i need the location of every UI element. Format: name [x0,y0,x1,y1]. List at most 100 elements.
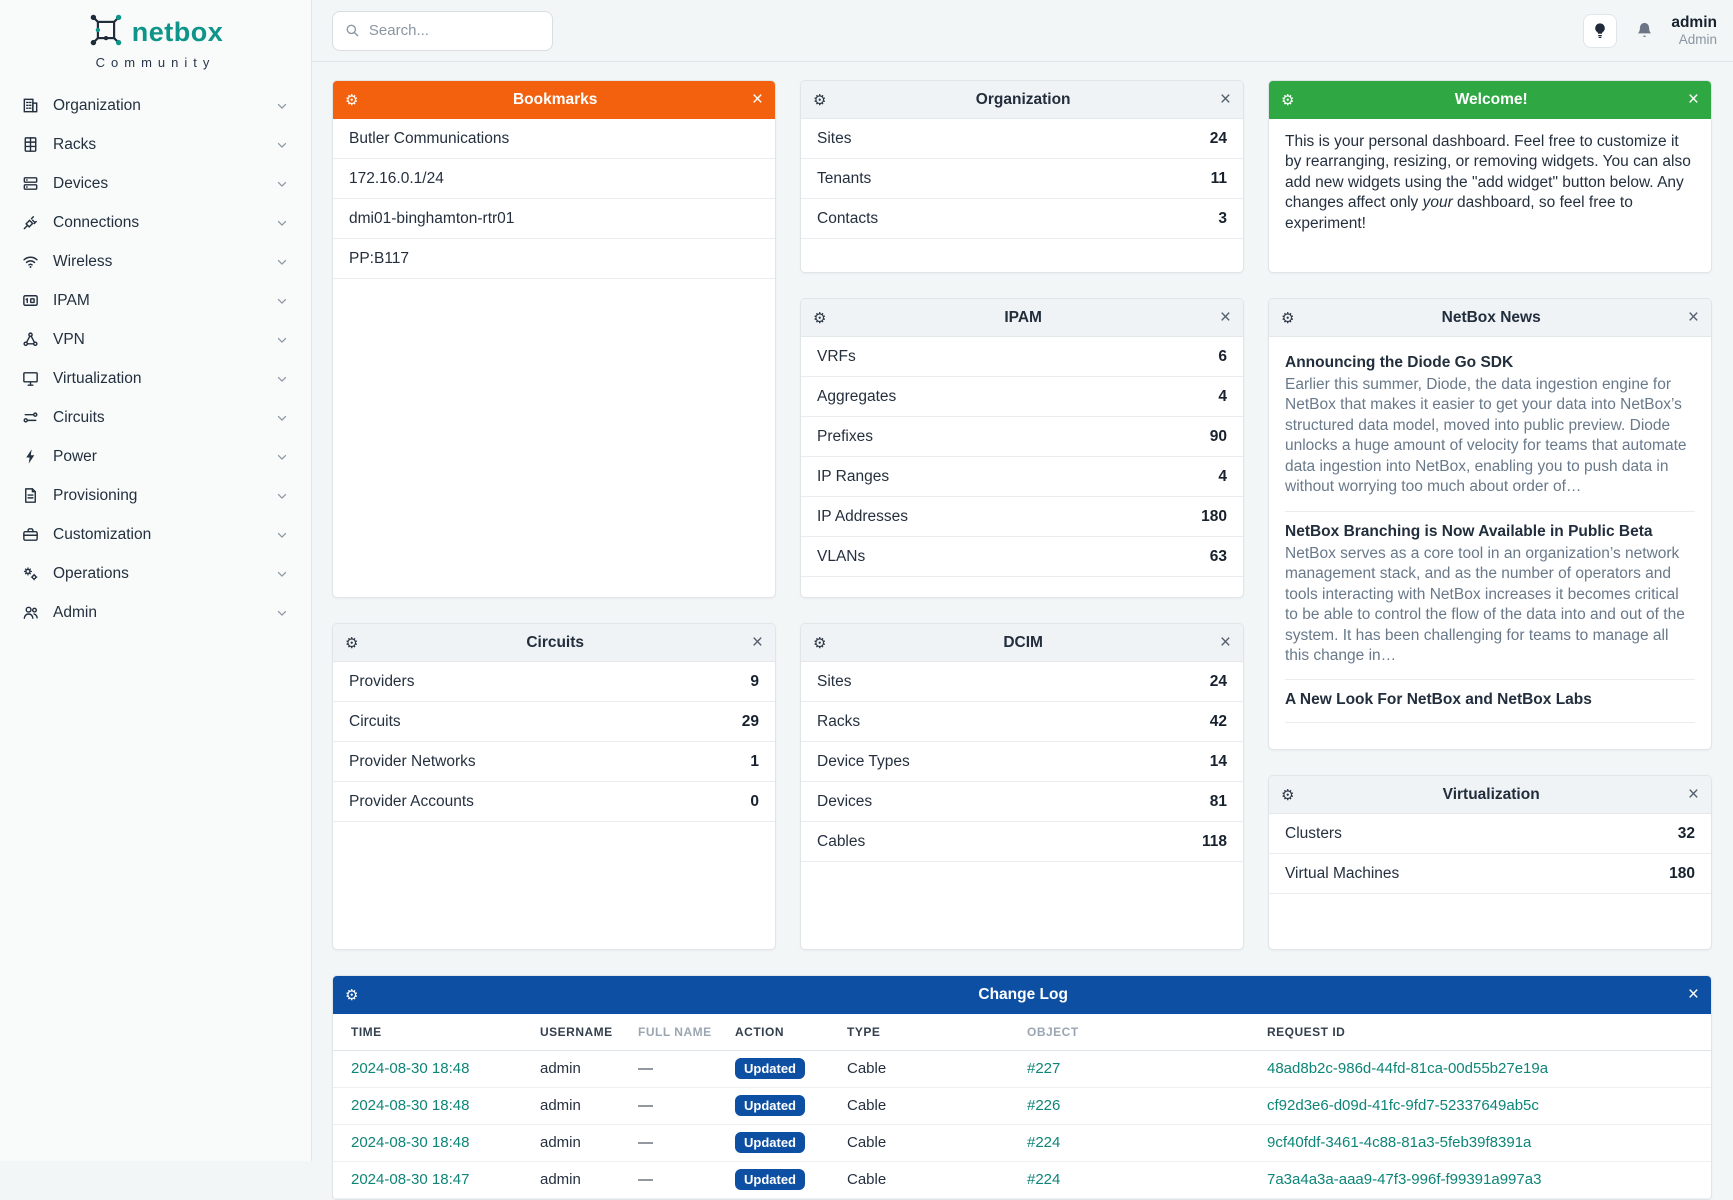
news-headline[interactable]: Announcing the Diode Go SDK [1285,354,1695,372]
stat-label[interactable]: Providers [349,673,750,691]
changelog-time-link[interactable]: 2024-08-30 18:48 [351,1134,469,1151]
bookmark-item[interactable]: Butler Communications [333,119,775,159]
column-header-username[interactable]: USERNAME [540,1014,638,1050]
changelog-request-id-link[interactable]: 9cf40fdf-3461-4c88-81a3-5feb39f8391a [1267,1134,1531,1151]
widget-settings-gear-icon[interactable]: ⚙ [1281,309,1294,327]
sidebar-item-ipam[interactable]: IPAM [0,281,311,320]
network-nodes-icon [20,330,40,350]
sidebar-item-devices[interactable]: Devices [0,164,311,203]
sidebar-item-power[interactable]: Power [0,437,311,476]
stat-row: Sites 24 [801,119,1243,159]
stat-label[interactable]: Virtual Machines [1285,865,1669,883]
widget-close-icon[interactable]: × [1688,308,1699,327]
widget-changelog-header: ⚙ Change Log × [333,976,1711,1014]
widget-settings-gear-icon[interactable]: ⚙ [345,634,358,652]
widget-settings-gear-icon[interactable]: ⚙ [813,309,826,327]
stat-label[interactable]: Clusters [1285,825,1678,843]
theme-toggle-button[interactable] [1583,14,1617,48]
bookmark-label[interactable]: Butler Communications [349,130,509,148]
sidebar-item-circuits[interactable]: Circuits [0,398,311,437]
column-header-type[interactable]: TYPE [847,1014,1027,1050]
column-header-action[interactable]: ACTION [735,1014,847,1050]
stat-label[interactable]: Provider Accounts [349,793,750,811]
search-box[interactable] [332,11,553,51]
stat-label[interactable]: Circuits [349,713,742,731]
stat-label[interactable]: Aggregates [817,388,1218,406]
stat-list: Sites 24 Racks 42 Device Types 14 [801,662,1243,862]
sidebar-item-admin[interactable]: Admin [0,593,311,632]
widget-settings-gear-icon[interactable]: ⚙ [345,986,358,1004]
widget-close-icon[interactable]: × [752,90,763,109]
changelog-time-link[interactable]: 2024-08-30 18:48 [351,1060,469,1077]
stat-label[interactable]: Device Types [817,753,1210,771]
changelog-request-id-link[interactable]: 7a3a4a3a-aaa9-47f3-996f-f99391a997a3 [1267,1171,1541,1188]
notifications-button[interactable] [1631,18,1657,44]
widget-settings-gear-icon[interactable]: ⚙ [1281,91,1294,109]
widget-settings-gear-icon[interactable]: ⚙ [1281,786,1294,804]
widget-bookmarks-header: ⚙ Bookmarks × [333,81,775,119]
sidebar-item-label: Organization [53,97,275,115]
sidebar-item-customization[interactable]: Customization [0,515,311,554]
widget-settings-gear-icon[interactable]: ⚙ [813,634,826,652]
stat-label[interactable]: IP Ranges [817,468,1218,486]
changelog-object-link[interactable]: #224 [1027,1134,1060,1151]
bookmark-label[interactable]: dmi01-binghamton-rtr01 [349,210,514,228]
sidebar-item-provisioning[interactable]: Provisioning [0,476,311,515]
chevron-down-icon [275,177,289,191]
user-menu[interactable]: admin Admin [1671,14,1717,47]
welcome-text: This is your personal dashboard. Feel fr… [1269,119,1711,247]
stat-label[interactable]: Provider Networks [349,753,750,771]
stat-label[interactable]: Devices [817,793,1210,811]
sidebar-item-wireless[interactable]: Wireless [0,242,311,281]
stat-label[interactable]: VRFs [817,348,1218,366]
widget-close-icon[interactable]: × [1688,985,1699,1004]
widget-title: Organization [826,91,1219,109]
stat-label[interactable]: Racks [817,713,1210,731]
sidebar-item-connections[interactable]: Connections [0,203,311,242]
news-headline[interactable]: A New Look For NetBox and NetBox Labs [1285,691,1695,709]
changelog-request-id-link[interactable]: cf92d3e6-d09d-41fc-9fd7-52337649ab5c [1267,1097,1539,1114]
sidebar-item-label: Provisioning [53,487,275,505]
stat-label[interactable]: Tenants [817,170,1211,188]
stat-value: 0 [750,793,759,811]
widget-settings-gear-icon[interactable]: ⚙ [345,91,358,109]
widget-close-icon[interactable]: × [1220,308,1231,327]
stat-label[interactable]: Cables [817,833,1202,851]
bookmark-item[interactable]: dmi01-binghamton-rtr01 [333,199,775,239]
stat-label[interactable]: Prefixes [817,428,1210,446]
changelog-username: admin [540,1124,638,1161]
bookmark-label[interactable]: 172.16.0.1/24 [349,170,444,188]
widget-close-icon[interactable]: × [1688,785,1699,804]
stat-label[interactable]: IP Addresses [817,508,1201,526]
changelog-object-link[interactable]: #227 [1027,1060,1060,1077]
stat-label[interactable]: Sites [817,673,1210,691]
stat-label[interactable]: VLANs [817,548,1210,566]
sidebar-item-organization[interactable]: Organization [0,86,311,125]
bookmark-item[interactable]: 172.16.0.1/24 [333,159,775,199]
changelog-time-link[interactable]: 2024-08-30 18:47 [351,1171,469,1188]
widget-close-icon[interactable]: × [1220,633,1231,652]
column-header-time[interactable]: TIME [333,1014,540,1050]
stat-label[interactable]: Sites [817,130,1210,148]
sidebar-item-racks[interactable]: Racks [0,125,311,164]
widget-close-icon[interactable]: × [1220,90,1231,109]
stat-value: 180 [1669,865,1695,883]
news-headline[interactable]: NetBox Branching is Now Available in Pub… [1285,523,1695,541]
widget-settings-gear-icon[interactable]: ⚙ [813,91,826,109]
changelog-request-id-link[interactable]: 48ad8b2c-986d-44fd-81ca-00d55b27e19a [1267,1060,1548,1077]
bookmark-label[interactable]: PP:B117 [349,250,409,268]
sidebar-item-virtualization[interactable]: Virtualization [0,359,311,398]
widget-close-icon[interactable]: × [1688,90,1699,109]
brand-logo[interactable]: netbox Community [0,0,311,76]
bookmark-item[interactable]: PP:B117 [333,239,775,279]
changelog-time-link[interactable]: 2024-08-30 18:48 [351,1097,469,1114]
column-header-request-id[interactable]: REQUEST ID [1267,1014,1711,1050]
search-input[interactable] [369,22,540,39]
sidebar-item-vpn[interactable]: VPN [0,320,311,359]
stat-label[interactable]: Contacts [817,210,1218,228]
changelog-object-link[interactable]: #224 [1027,1171,1060,1188]
sidebar-item-operations[interactable]: Operations [0,554,311,593]
widget-close-icon[interactable]: × [752,633,763,652]
changelog-object-link[interactable]: #226 [1027,1097,1060,1114]
stat-row: IP Ranges 4 [801,457,1243,497]
